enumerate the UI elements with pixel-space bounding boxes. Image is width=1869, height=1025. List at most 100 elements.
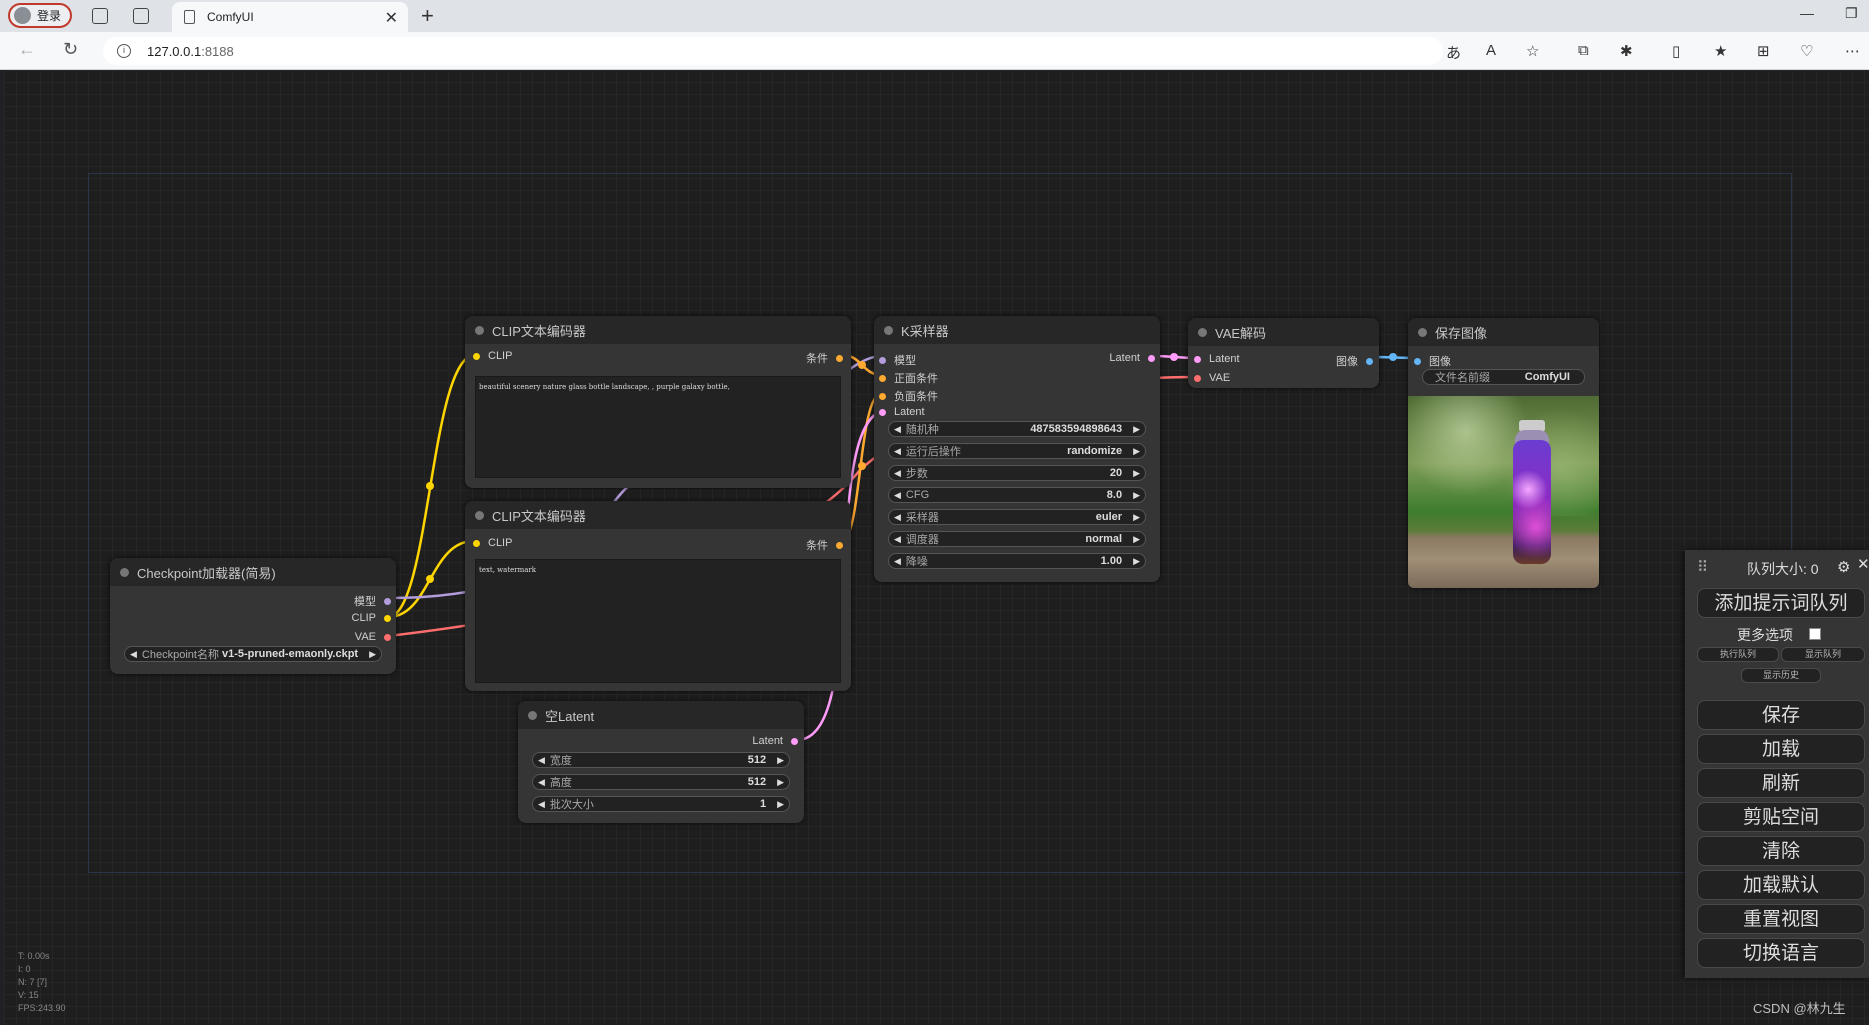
- widget-width[interactable]: ◀ 宽度 512 ▶: [532, 752, 790, 768]
- more-options-checkbox[interactable]: [1809, 628, 1821, 640]
- arrow-left-icon[interactable]: ◀: [533, 755, 550, 766]
- input-negative[interactable]: 负面条件: [879, 388, 938, 404]
- screenshot-icon[interactable]: ⧉: [1578, 42, 1589, 59]
- url-field[interactable]: i 127.0.0.1:8188: [103, 37, 1443, 65]
- profile-login-button[interactable]: 登录: [8, 3, 72, 28]
- socket-dot[interactable]: [1148, 354, 1155, 362]
- checkpoint-name-combo[interactable]: ◀ Checkpoint名称 v1-5-pruned-emaonly.ckpt ▶: [124, 646, 382, 662]
- arrow-left-icon[interactable]: ◀: [889, 468, 906, 479]
- node-save-image[interactable]: 保存图像 图像 文件名前缀 ComfyUI: [1408, 318, 1599, 588]
- input-vae[interactable]: VAE: [1194, 372, 1230, 384]
- collapse-dot[interactable]: [884, 326, 893, 335]
- socket-dot[interactable]: [879, 408, 886, 416]
- output-conditioning[interactable]: 条件: [806, 537, 843, 553]
- refresh-button[interactable]: 刷新: [1697, 768, 1865, 798]
- arrow-left-icon[interactable]: ◀: [533, 799, 550, 810]
- socket-dot[interactable]: [473, 539, 480, 547]
- arrow-left-icon[interactable]: ◀: [889, 424, 906, 435]
- arrow-right-icon[interactable]: ▶: [1128, 490, 1145, 501]
- switch-language-button[interactable]: 切换语言: [1697, 938, 1865, 968]
- close-icon[interactable]: ✕: [1857, 555, 1869, 573]
- read-aloud-icon[interactable]: A: [1486, 42, 1496, 59]
- arrow-right-icon[interactable]: ▶: [772, 777, 789, 788]
- load-button[interactable]: 加载: [1697, 734, 1865, 764]
- more-menu-icon[interactable]: ⋯: [1845, 42, 1860, 60]
- split-screen-icon[interactable]: ▯: [1672, 42, 1680, 60]
- socket-dot[interactable]: [1366, 357, 1373, 365]
- socket-dot[interactable]: [384, 597, 391, 605]
- collapse-dot[interactable]: [528, 711, 537, 720]
- socket-dot[interactable]: [384, 633, 391, 641]
- close-tab-icon[interactable]: ✕: [385, 8, 398, 28]
- socket-dot[interactable]: [836, 354, 843, 362]
- widget-control-after-generate[interactable]: ◀ 运行后操作 randomize ▶: [888, 443, 1146, 459]
- clear-button[interactable]: 清除: [1697, 836, 1865, 866]
- minimize-icon[interactable]: —: [1800, 5, 1814, 21]
- show-history-button[interactable]: 显示历史: [1741, 668, 1821, 683]
- widget-cfg[interactable]: ◀ CFG 8.0 ▶: [888, 487, 1146, 503]
- arrow-right-icon[interactable]: ▶: [1128, 468, 1145, 479]
- input-image[interactable]: 图像: [1414, 353, 1451, 369]
- refresh-icon[interactable]: ↻: [63, 39, 78, 60]
- socket-dot[interactable]: [836, 541, 843, 549]
- drag-handle-icon[interactable]: ⠿: [1697, 558, 1708, 576]
- reset-view-button[interactable]: 重置视图: [1697, 904, 1865, 934]
- input-model[interactable]: 模型: [879, 352, 916, 368]
- back-icon[interactable]: ←: [18, 39, 36, 60]
- node-vae-decode[interactable]: VAE解码 Latent VAE 图像: [1188, 318, 1379, 388]
- output-image[interactable]: 图像: [1336, 353, 1373, 369]
- filename-prefix-field[interactable]: 文件名前缀 ComfyUI: [1422, 369, 1585, 385]
- node-ksampler[interactable]: K采样器 模型 正面条件 负面条件 Latent Latent ◀ 随机种 4875…: [874, 316, 1160, 582]
- arrow-right-icon[interactable]: ▶: [364, 649, 381, 660]
- input-clip[interactable]: CLIP: [473, 537, 512, 549]
- collapse-dot[interactable]: [1418, 328, 1427, 337]
- output-conditioning[interactable]: 条件: [806, 350, 843, 366]
- arrow-left-icon[interactable]: ◀: [889, 446, 906, 457]
- widget-scheduler[interactable]: ◀ 调度器 normal ▶: [888, 531, 1146, 547]
- widget-batch-size[interactable]: ◀ 批次大小 1 ▶: [532, 796, 790, 812]
- arrow-left-icon[interactable]: ◀: [889, 512, 906, 523]
- tab-comfyui[interactable]: ComfyUI ✕: [172, 2, 408, 32]
- node-clip-text-encoder-positive[interactable]: CLIP文本编码器 CLIP 条件 beautiful scenery natu…: [465, 316, 851, 488]
- tab-actions-icon[interactable]: [133, 8, 149, 24]
- node-clip-text-encoder-negative[interactable]: CLIP文本编码器 CLIP 条件 text, watermark: [465, 501, 851, 691]
- widget-steps[interactable]: ◀ 步数 20 ▶: [888, 465, 1146, 481]
- socket-dot[interactable]: [879, 374, 886, 382]
- socket-dot[interactable]: [879, 392, 886, 400]
- socket-dot[interactable]: [791, 737, 798, 745]
- arrow-left-icon[interactable]: ◀: [889, 490, 906, 501]
- node-empty-latent[interactable]: 空Latent Latent ◀ 宽度 512 ▶ ◀ 高度 512 ▶ ◀ 批次大小 1 ▶: [518, 701, 804, 823]
- arrow-right-icon[interactable]: ▶: [1128, 556, 1145, 567]
- widget-denoise[interactable]: ◀ 降噪 1.00 ▶: [888, 553, 1146, 569]
- prompt-textarea[interactable]: beautiful scenery nature glass bottle la…: [475, 376, 841, 478]
- widget-seed[interactable]: ◀ 随机种 487583594898643 ▶: [888, 421, 1146, 437]
- output-latent[interactable]: Latent: [752, 735, 798, 747]
- favorites-icon[interactable]: ★: [1714, 42, 1727, 60]
- output-vae[interactable]: VAE: [355, 631, 391, 643]
- input-latent[interactable]: Latent: [879, 406, 925, 418]
- arrow-right-icon[interactable]: ▶: [1128, 534, 1145, 545]
- arrow-right-icon[interactable]: ▶: [1128, 512, 1145, 523]
- socket-dot[interactable]: [879, 356, 886, 364]
- arrow-left-icon[interactable]: ◀: [889, 556, 906, 567]
- restore-icon[interactable]: ❐: [1845, 5, 1858, 22]
- socket-dot[interactable]: [473, 352, 480, 360]
- workspaces-icon[interactable]: [92, 8, 108, 24]
- output-clip[interactable]: CLIP: [352, 612, 391, 624]
- info-icon[interactable]: i: [117, 44, 131, 58]
- arrow-right-icon[interactable]: ▶: [772, 799, 789, 810]
- save-button[interactable]: 保存: [1697, 700, 1865, 730]
- arrow-left-icon[interactable]: ◀: [889, 534, 906, 545]
- widget-height[interactable]: ◀ 高度 512 ▶: [532, 774, 790, 790]
- collapse-dot[interactable]: [475, 326, 484, 335]
- load-default-button[interactable]: 加载默认: [1697, 870, 1865, 900]
- translate-icon[interactable]: あ: [1446, 42, 1461, 63]
- collapse-dot[interactable]: [475, 511, 484, 520]
- show-queue-button[interactable]: 显示队列: [1781, 647, 1865, 662]
- input-positive[interactable]: 正面条件: [879, 370, 938, 386]
- collections-icon[interactable]: ⊞: [1757, 42, 1770, 60]
- generated-image-preview[interactable]: [1408, 396, 1599, 588]
- collapse-dot[interactable]: [1198, 328, 1207, 337]
- input-latent[interactable]: Latent: [1194, 353, 1240, 365]
- favorite-star-icon[interactable]: ☆: [1526, 42, 1539, 60]
